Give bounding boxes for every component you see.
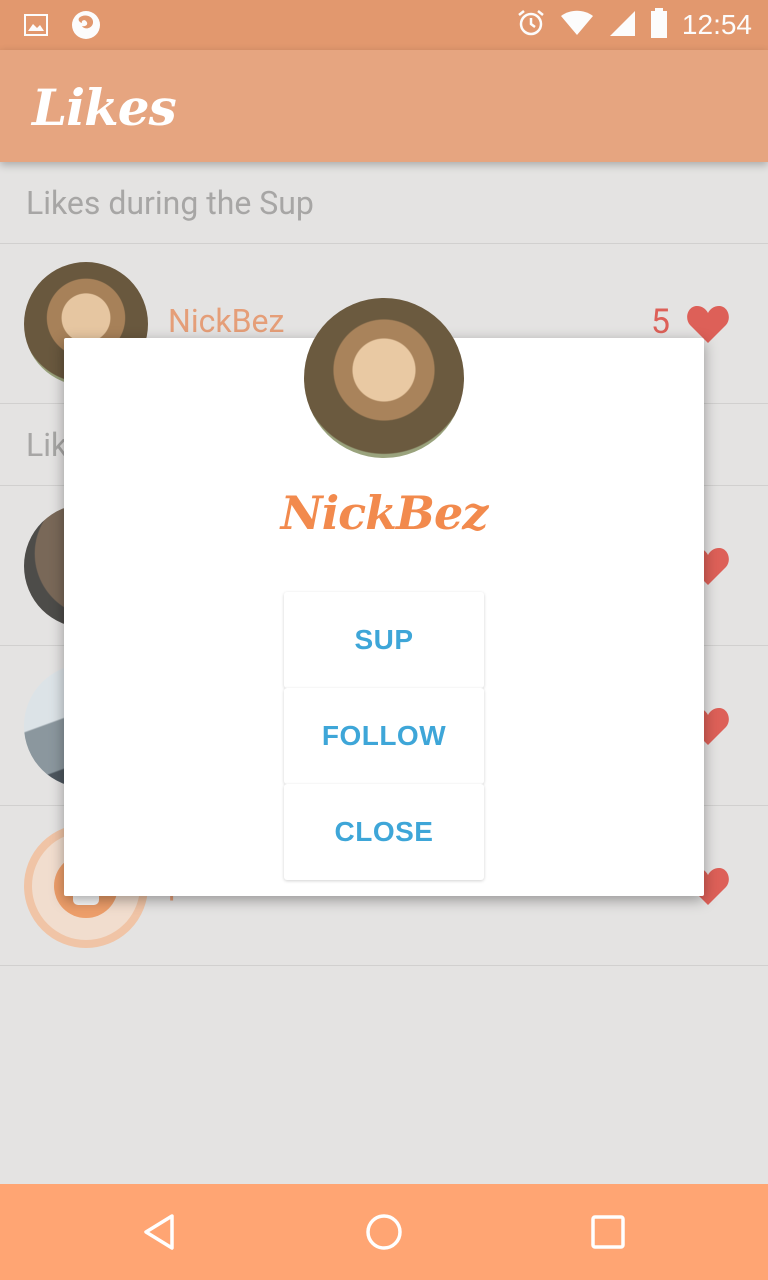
home-icon [366, 1214, 402, 1250]
sup-button[interactable]: SUP [284, 592, 484, 688]
home-button[interactable] [360, 1208, 408, 1256]
follow-button[interactable]: FOLLOW [284, 688, 484, 784]
close-button[interactable]: CLOSE [284, 784, 484, 880]
back-icon [144, 1214, 174, 1250]
recents-button[interactable] [584, 1208, 632, 1256]
user-dialog: NickBez SUP FOLLOW CLOSE [64, 298, 704, 896]
app-bar: Likes [0, 50, 768, 162]
page-title: Likes [32, 78, 177, 137]
navigation-bar [0, 1184, 768, 1280]
dialog-avatar [304, 298, 464, 458]
dialog-username: NickBez [280, 486, 489, 540]
back-button[interactable] [136, 1208, 184, 1256]
recents-icon [591, 1215, 625, 1249]
